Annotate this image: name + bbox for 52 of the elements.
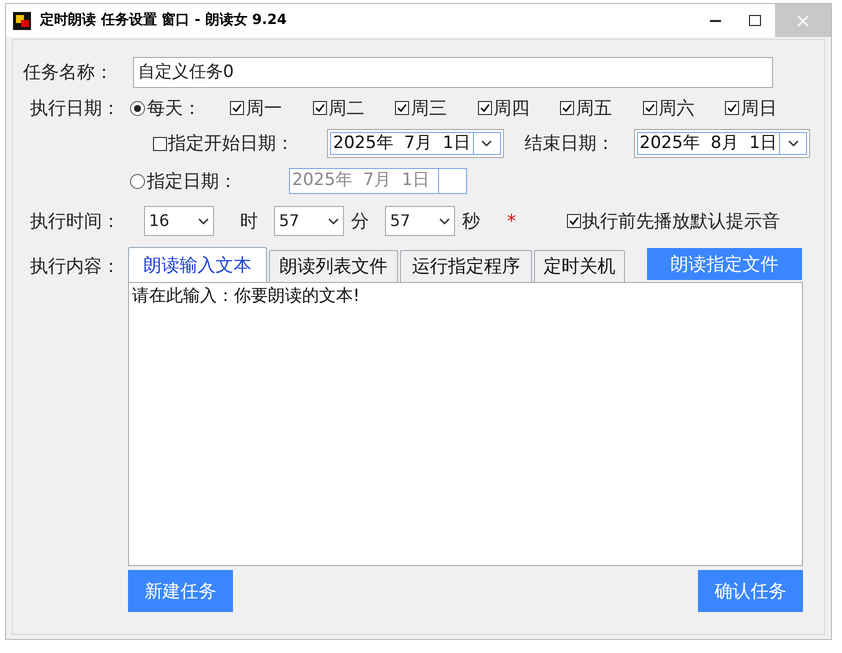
caret-icon — [328, 218, 339, 224]
checkbox[interactable] — [567, 214, 581, 228]
tab[interactable]: 定时关机 — [534, 250, 625, 282]
required-mark: * — [507, 210, 517, 234]
caret-icon — [481, 140, 492, 147]
field-label: 执行日期： — [30, 96, 121, 120]
field-label: 执行内容： — [30, 256, 120, 277]
option-label: 周五 — [576, 96, 612, 120]
field-label: 任务名称： — [23, 61, 114, 85]
checkbox[interactable] — [312, 101, 326, 115]
close-icon — [797, 14, 809, 26]
caret-icon — [788, 140, 799, 147]
unit-label: 秒 — [462, 210, 481, 234]
option-label: 周三 — [411, 96, 447, 120]
tab[interactable]: 朗读输入文本 — [128, 247, 267, 282]
checkbox[interactable] — [642, 101, 656, 115]
date-picker[interactable]: 2025年 7月 1日 — [327, 129, 504, 158]
text-area[interactable]: 请在此输入：你要朗读的文本! — [128, 282, 803, 566]
checkbox[interactable] — [560, 101, 574, 115]
option-label: 周四 — [494, 96, 530, 120]
window-title: 定时朗读 任务设置 窗口 - 朗读女 9.24 — [40, 10, 287, 30]
option-label: 指定日期： — [147, 170, 237, 194]
unit-label: 时 — [240, 210, 259, 234]
dropdown[interactable]: 57 — [274, 206, 344, 236]
radio-button[interactable] — [130, 100, 145, 116]
field-label: 结束日期： — [524, 132, 616, 156]
option-label: 周日 — [741, 96, 777, 120]
option-label: 周二 — [328, 96, 364, 120]
option-label: 周六 — [658, 96, 694, 120]
option-label: 每天： — [147, 96, 201, 120]
caret-icon — [439, 218, 450, 224]
date-picker: 2025年 7月 1日 — [289, 168, 467, 194]
date-picker[interactable]: 2025年 8月 1日 — [634, 129, 810, 158]
field-label: 执行时间： — [30, 210, 121, 234]
maximize-icon — [749, 15, 761, 26]
option-label: 周一 — [246, 96, 282, 120]
minimize-icon — [710, 20, 720, 22]
unit-label: 分 — [351, 210, 370, 234]
dropdown[interactable]: 57 — [385, 206, 455, 236]
checkbox[interactable] — [153, 136, 167, 150]
option-label: 指定开始日期： — [168, 132, 294, 156]
checkbox[interactable] — [725, 101, 739, 115]
tab[interactable]: 运行指定程序 — [400, 250, 532, 282]
app-logo-icon — [13, 12, 31, 30]
checkbox[interactable] — [230, 101, 244, 115]
task-name-field[interactable]: 自定义任务0 — [133, 57, 773, 88]
option-label: 执行前先播放默认提示音 — [582, 210, 780, 234]
caret-icon — [198, 218, 209, 224]
checkbox[interactable] — [395, 101, 409, 115]
dropdown[interactable]: 16 — [144, 206, 214, 236]
checkbox[interactable] — [478, 101, 492, 115]
tab[interactable]: 朗读列表文件 — [269, 250, 398, 282]
